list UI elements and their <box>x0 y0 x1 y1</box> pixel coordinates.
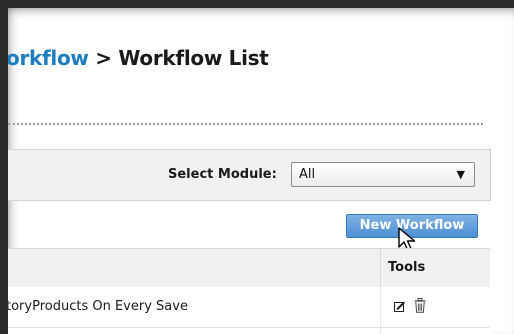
breadcrumb-current: Workflow List <box>118 46 269 70</box>
page-title: orkflow > Workflow List <box>8 46 269 70</box>
workflow-list-page: orkflow > Workflow List Select Module: A… <box>8 8 514 334</box>
trash-icon[interactable] <box>414 298 426 313</box>
breadcrumb-workflow-link[interactable]: orkflow <box>8 46 89 70</box>
module-select-value: All <box>299 167 316 182</box>
table-header: Tools <box>8 248 490 288</box>
column-divider <box>380 249 381 287</box>
module-filter-panel: Select Module: All ▼ <box>8 149 491 201</box>
dotted-divider <box>8 123 483 125</box>
select-module-label: Select Module: <box>168 167 277 182</box>
dropdown-arrow-icon: ▼ <box>456 168 465 181</box>
tools-column-header: Tools <box>388 260 426 275</box>
workflow-name: toryProducts On Every Save <box>8 299 188 314</box>
table-row: toryProducts On Every Save <box>8 287 490 328</box>
breadcrumb-separator: > <box>88 46 119 70</box>
column-divider <box>380 287 381 327</box>
edit-icon[interactable] <box>394 300 406 312</box>
table-row <box>8 328 490 334</box>
module-select[interactable]: All ▼ <box>291 162 475 187</box>
column-divider <box>380 328 381 334</box>
